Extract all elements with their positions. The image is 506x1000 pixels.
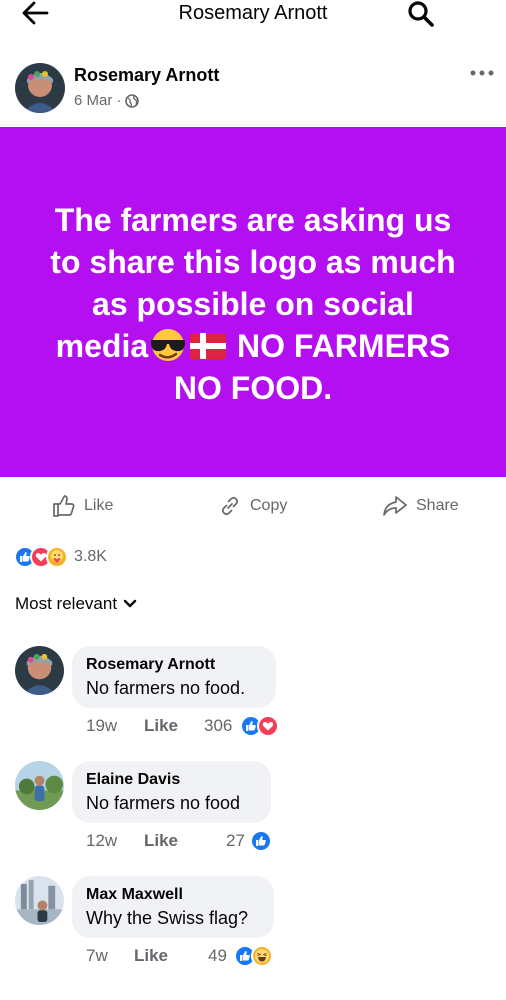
meta-separator: · [116,92,122,109]
comment: Rosemary Arnott No farmers no food. 19w … [0,646,506,746]
chevron-down-icon [123,599,137,608]
post-image[interactable]: The farmers are asking us to share this … [0,127,506,477]
comment-like-button[interactable]: Like [144,831,178,851]
avatar[interactable] [15,63,65,113]
post-actions: Like Copy Share [0,486,506,526]
haha-reaction-icon [251,945,273,967]
love-reaction-icon [257,715,279,737]
post-header: Rosemary Arnott 6 Mar · [0,60,506,120]
comment-text: Why the Swiss flag? [86,908,249,928]
share-icon [383,496,407,516]
commenter-name[interactable]: Max Maxwell [86,884,259,906]
like-label: Like [84,497,114,514]
image-text-word: media [55,328,149,364]
post-meta: 6 Mar · [74,92,140,109]
reaction-icons [14,546,68,568]
comment-sort-dropdown[interactable]: Most relevant [15,594,137,614]
comment-time: 12w [86,831,118,850]
commenter-name[interactable]: Elaine Davis [86,769,256,791]
comment-bubble: Rosemary Arnott No farmers no food. [72,646,276,708]
avatar[interactable] [15,761,64,810]
comment: Elaine Davis No farmers no food 12w Like… [0,761,506,861]
post-author-name[interactable]: Rosemary Arnott [74,65,219,86]
share-button[interactable]: Share [382,486,459,526]
copy-button[interactable]: Copy [218,486,287,526]
comment-bubble: Elaine Davis No farmers no food [72,761,271,823]
comment-time: 19w [86,716,118,735]
share-label: Share [416,497,459,514]
more-options-button[interactable] [468,66,496,80]
search-icon [408,1,434,27]
avatar[interactable] [15,646,64,695]
like-button[interactable]: Like [52,486,113,526]
sunglasses-emoji [148,327,188,361]
more-horizontal-icon [470,70,494,76]
reactions-summary[interactable]: 3.8K [14,545,107,569]
comment-like-button[interactable]: Like [144,716,178,736]
comment-time: 7w [86,946,108,965]
comment-footer: 19w Like 306 [86,714,286,738]
comment-like-button[interactable]: Like [134,946,168,966]
comment-text: No farmers no food. [86,678,246,698]
comment-reaction-count[interactable]: 49 [208,944,227,968]
comment-bubble: Max Maxwell Why the Swiss flag? [72,876,274,938]
search-button[interactable] [406,0,436,30]
image-text-word: NO FARMERS [237,328,451,364]
comment-reaction-icons [240,715,279,737]
comment-reaction-count[interactable]: 306 [204,714,232,738]
commenter-name[interactable]: Rosemary Arnott [86,654,261,676]
comment-text: No farmers no food [86,793,241,813]
denmark-flag-emoji [188,329,228,363]
comment-reaction-count[interactable]: 27 [226,829,245,853]
image-text-line: NO FOOD. [173,370,333,406]
comment-reaction-icons [250,830,272,852]
post-date: 6 Mar [74,92,113,109]
copy-label: Copy [250,497,288,514]
top-bar: Rosemary Arnott [0,0,506,30]
comment-reaction-icons [234,945,273,967]
thumbs-up-icon [53,495,75,517]
comment: Max Maxwell Why the Swiss flag? 7w Like … [0,876,506,976]
image-text-line: as possible on social [92,286,414,322]
comment-footer: 12w Like 27 [86,829,286,853]
like-reaction-icon [250,830,272,852]
globe-icon [125,93,140,108]
comment-footer: 7w Like 49 [86,944,286,968]
link-icon [221,496,239,516]
image-text-line: media NO FARMERS [20,325,486,367]
avatar[interactable] [15,876,64,925]
post-image-text: The farmers are asking us to share this … [20,199,486,409]
sort-label: Most relevant [15,594,118,613]
reaction-count: 3.8K [74,548,107,565]
care-reaction-icon [46,546,68,568]
image-text-line: to share this logo as much [50,244,456,280]
image-text-line: The farmers are asking us [54,202,452,238]
